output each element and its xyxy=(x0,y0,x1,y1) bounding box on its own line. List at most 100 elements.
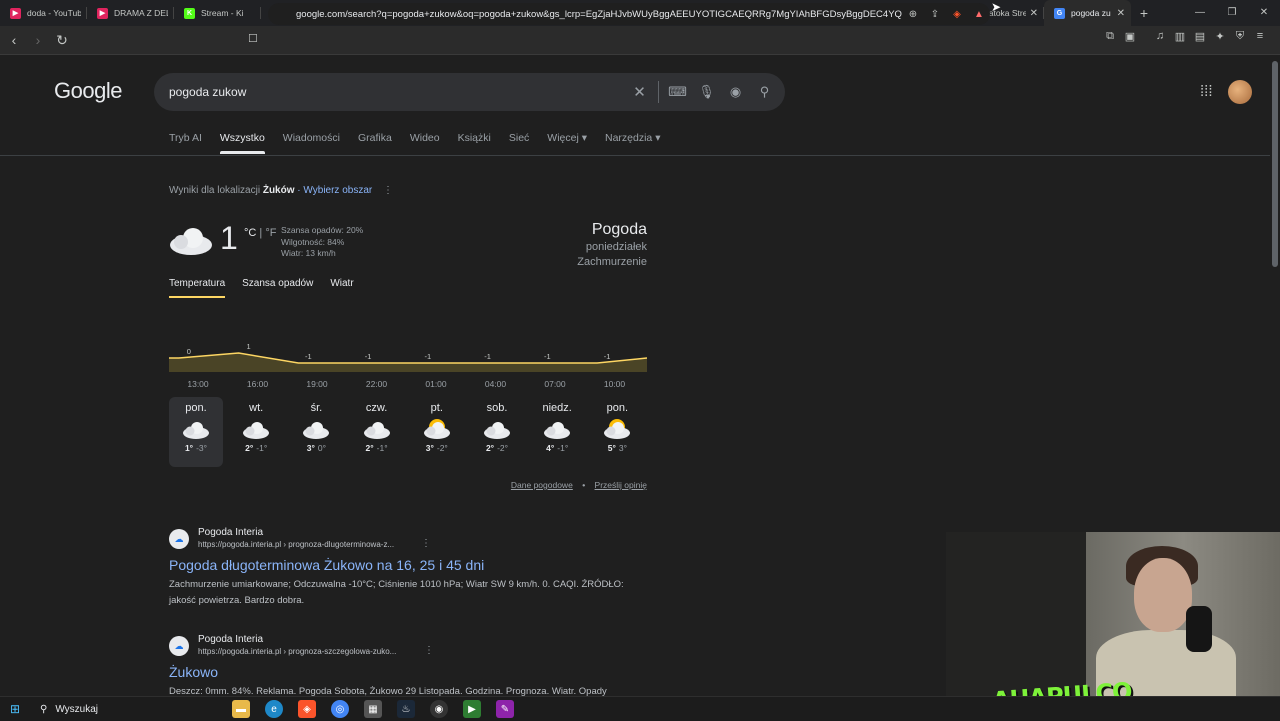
sidebar-icon[interactable]: ▥ xyxy=(1170,30,1190,43)
search-tab[interactable]: Wszystko xyxy=(219,132,265,154)
bookmark-icon[interactable]: ☐ xyxy=(248,32,258,45)
extensions-icon[interactable]: ⧉ xyxy=(1100,30,1120,43)
search-tab[interactable]: Grafika xyxy=(358,132,392,144)
back-button[interactable]: ‹ xyxy=(4,32,24,48)
search-tab[interactable]: Wideo xyxy=(410,132,440,144)
google-logo[interactable]: Google xyxy=(54,78,122,104)
forecast-temps: 3° 0° xyxy=(289,443,343,453)
result-url[interactable]: https://pogoda.interia.pl › prognoza-dlu… xyxy=(198,540,394,549)
result-title[interactable]: Pogoda długoterminowa Żukowo na 16, 25 i… xyxy=(169,557,484,573)
forecast-day-name: niedz. xyxy=(542,402,572,414)
windows-start-icon[interactable]: ⊞ xyxy=(10,702,20,716)
tab-precipitation[interactable]: Szansa opadów xyxy=(242,278,313,289)
search-icon[interactable]: ⚲ xyxy=(750,84,779,100)
forecast-day[interactable]: śr. 3° 0° xyxy=(289,397,343,467)
forecast-high: 4° xyxy=(546,443,555,453)
lens-icon[interactable]: ◉ xyxy=(721,84,750,100)
result-title[interactable]: Żukowo xyxy=(169,664,218,680)
location-line: Wyniki dla lokalizacji Żuków · Wybierz o… xyxy=(169,185,393,196)
celsius-toggle[interactable]: °C xyxy=(244,227,256,239)
forecast-day[interactable]: wt. 2° -1° xyxy=(229,397,283,467)
brave-icon[interactable]: ◈ xyxy=(298,700,316,718)
close-window-button[interactable]: ✕ xyxy=(1248,0,1280,26)
avatar[interactable] xyxy=(1228,80,1252,104)
browser-toolbar: ‹ › ↻ xyxy=(0,26,1280,55)
app-icon[interactable]: ▦ xyxy=(364,700,382,718)
obs-icon[interactable]: ◉ xyxy=(430,700,448,718)
apps-grid-icon[interactable]: ⁞⁞⁞ xyxy=(1200,83,1213,100)
tab-close-icon[interactable]: ✕ xyxy=(1117,8,1125,19)
search-tab[interactable]: Sieć xyxy=(509,132,529,144)
search-tab[interactable]: Narzędzia ▾ xyxy=(605,132,660,144)
result-site[interactable]: Pogoda Interia xyxy=(198,527,263,538)
rewards-icon[interactable]: ▲ xyxy=(968,9,990,20)
forecast-day[interactable]: sob. 2° -2° xyxy=(470,397,524,467)
search-tab[interactable]: Wiadomości xyxy=(283,132,340,144)
share-icon[interactable]: ⇪ xyxy=(924,9,946,20)
hourly-value-label: -1 xyxy=(604,352,611,361)
search-tabs: Tryb AI Wszystko Wiadomości Grafika Wideo Ksi… xyxy=(169,132,678,154)
feedback-link[interactable]: Prześlij opinię xyxy=(595,480,647,490)
more-options-icon[interactable]: ⋮ xyxy=(383,185,393,196)
taskbar-search[interactable]: ⚲ Wyszukaj xyxy=(34,699,224,719)
result-menu-icon[interactable]: ⋮ xyxy=(424,645,434,656)
menu-icon[interactable]: ≡ xyxy=(1250,30,1270,43)
forecast-day[interactable]: pt. 3° -2° xyxy=(410,397,464,467)
forecast-day[interactable]: czw. 2° -1° xyxy=(350,397,404,467)
weather-data-link[interactable]: Dane pogodowe xyxy=(511,480,573,490)
url-text[interactable]: google.com/search?q=pogoda+zukow&oq=pogo… xyxy=(296,9,902,20)
forecast-day[interactable]: pon. 5° 3° xyxy=(590,397,644,467)
forecast-low: 3° xyxy=(618,443,628,453)
reload-button[interactable]: ↻ xyxy=(52,32,72,49)
partly-cloudy-icon xyxy=(423,419,450,439)
minimize-button[interactable]: — xyxy=(1184,0,1216,26)
taskbar-apps: ▬ e ◈ ◎ ▦ ♨ ◉ ▶ ✎ xyxy=(232,700,529,718)
leo-icon[interactable]: ✦ xyxy=(1210,30,1230,43)
keyboard-icon[interactable]: ⌨ xyxy=(663,84,692,100)
tab-wind[interactable]: Wiatr xyxy=(330,278,353,289)
chrome-icon[interactable]: ◎ xyxy=(331,700,349,718)
choose-area-link[interactable]: · Wybierz obszar xyxy=(297,185,372,196)
forward-button[interactable]: › xyxy=(28,32,48,48)
music-icon[interactable]: ♫ xyxy=(1150,30,1170,43)
search-tab[interactable]: Książki xyxy=(458,132,491,144)
result-site[interactable]: Pogoda Interia xyxy=(198,634,263,645)
play-icon[interactable]: ▶ xyxy=(463,700,481,718)
webcam-person-head xyxy=(1134,558,1192,632)
scrollbar-thumb[interactable] xyxy=(1272,61,1278,267)
steam-icon[interactable]: ♨ xyxy=(397,700,415,718)
result-url[interactable]: https://pogoda.interia.pl › prognoza-szc… xyxy=(198,647,396,656)
search-tab[interactable]: Więcej ▾ xyxy=(547,132,587,144)
clear-icon[interactable]: ✕ xyxy=(625,83,654,101)
search-box[interactable]: pogoda zukow ✕ ⌨ 🎙 ◉ ⚲ xyxy=(154,73,785,111)
wind: Wiatr: 13 km/h xyxy=(281,248,336,258)
address-bar[interactable]: google.com/search?q=pogoda+zukow&oq=pogo… xyxy=(268,3,990,25)
forecast-day[interactable]: pon. 1° -3° xyxy=(169,397,223,467)
file-explorer-icon[interactable]: ▬ xyxy=(232,700,250,718)
new-tab-button[interactable]: + xyxy=(1131,5,1157,21)
browser-tab[interactable]: ▶ doda - YouTub xyxy=(0,0,87,26)
microphone-icon[interactable]: 🎙 xyxy=(692,84,721,100)
fahrenheit-toggle[interactable]: °F xyxy=(265,227,276,239)
brave-shield-icon[interactable]: ◈ xyxy=(946,9,968,20)
tool-icon[interactable]: ✎ xyxy=(496,700,514,718)
browser-tab[interactable]: K Stream - Ki xyxy=(174,0,261,26)
result-menu-icon[interactable]: ⋮ xyxy=(421,538,431,549)
zoom-icon[interactable]: ⊕ xyxy=(902,9,924,20)
wallet-icon[interactable]: ▤ xyxy=(1190,30,1210,43)
search-tab[interactable]: Tryb AI xyxy=(169,132,202,144)
maximize-button[interactable]: ❐ xyxy=(1216,0,1248,26)
browser-tab[interactable]: ▶ DRAMA Z DEL xyxy=(87,0,174,26)
edge-icon[interactable]: e xyxy=(265,700,283,718)
search-input[interactable]: pogoda zukow xyxy=(169,85,625,99)
vpn-icon[interactable]: ⛨ xyxy=(1230,30,1250,43)
forecast-day[interactable]: niedz. 4° -1° xyxy=(530,397,584,467)
screenshot-icon[interactable]: ▣ xyxy=(1120,30,1140,43)
tab-temperature[interactable]: Temperatura xyxy=(169,278,226,298)
tab-favicon-icon: ▶ xyxy=(97,7,108,19)
browser-tab[interactable]: Gpogoda zu ✕ xyxy=(1044,0,1131,26)
site-favicon-icon: ☁ xyxy=(169,529,189,549)
search-result: ☁ Pogoda Interia https://pogoda.interia.… xyxy=(169,634,639,696)
forecast-low: -2° xyxy=(497,443,509,453)
tab-close-icon[interactable]: ✕ xyxy=(1030,8,1038,19)
